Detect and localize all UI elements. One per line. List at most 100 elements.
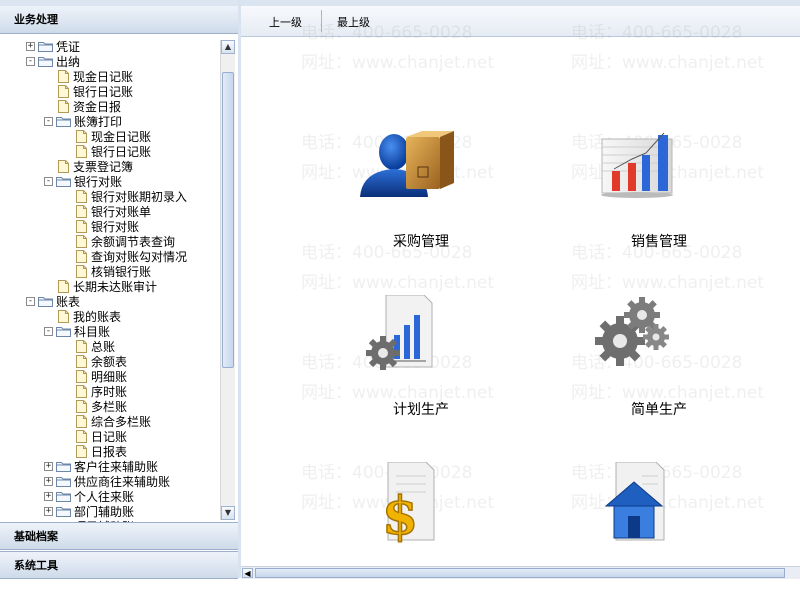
module-plan-production-label: 计划生产 [393, 402, 449, 418]
tree-item[interactable]: 银行日记账 [58, 84, 133, 99]
expand-toggle-icon[interactable]: + [44, 492, 53, 501]
tree-item[interactable]: - 账表 [26, 294, 80, 309]
module-purchase-label: 采购管理 [393, 234, 449, 250]
folder-icon [56, 506, 74, 517]
tree-item[interactable]: 余额调节表查询 [76, 234, 175, 249]
tree-item[interactable]: + 部门辅助账 [44, 504, 134, 519]
tree-item[interactable]: 明细账 [76, 369, 127, 384]
tree-item[interactable]: 银行日记账 [76, 144, 151, 159]
document-icon [58, 100, 73, 113]
tree-item[interactable]: - 科目账 [44, 324, 110, 339]
document-icon [76, 265, 91, 278]
module-plan-production[interactable]: 计划生产 [346, 295, 496, 435]
expand-toggle-icon[interactable]: - [44, 117, 53, 126]
tree-item[interactable]: 多栏账 [76, 399, 127, 414]
tree-item[interactable]: - 出纳 [26, 54, 80, 69]
tree-item[interactable]: 日报表 [76, 444, 127, 459]
business-section-header[interactable]: 业务处理 [0, 0, 238, 34]
tree-item[interactable]: 银行对账期初录入 [76, 189, 187, 204]
system-tools-section-header[interactable]: 系统工具 [0, 551, 238, 579]
tree-vertical-scrollbar[interactable]: ▲ ▼ [220, 40, 235, 520]
go-top-button[interactable]: 最上级 [337, 14, 370, 30]
document-icon [76, 385, 91, 398]
tree-item[interactable]: 银行对账 [76, 219, 139, 234]
document-icon [58, 310, 73, 323]
tree-item[interactable]: 综合多栏账 [76, 414, 151, 429]
expand-toggle-icon[interactable]: + [26, 42, 35, 51]
document-icon [76, 400, 91, 413]
scroll-down-arrow[interactable]: ▼ [221, 506, 235, 520]
tree-item[interactable]: 查询对账勾对情况 [76, 249, 187, 264]
tree-item[interactable]: 余额表 [76, 354, 127, 369]
watermark-text: 网址：www.chanjet.net [571, 273, 765, 293]
tree-item[interactable]: 现金日记账 [76, 129, 151, 144]
tree-item[interactable]: 我的账表 [58, 309, 121, 324]
document-icon [76, 250, 91, 263]
dollar-document-icon: $ [381, 462, 435, 548]
document-icon [76, 145, 91, 158]
folder-icon [56, 176, 74, 187]
expand-toggle-icon[interactable]: - [26, 57, 35, 66]
scroll-left-arrow[interactable]: ◀ [242, 568, 253, 578]
tree-item[interactable]: - 账簿打印 [44, 114, 122, 129]
document-icon [58, 160, 73, 173]
document-icon [76, 190, 91, 203]
tree-item[interactable]: 银行对账单 [76, 204, 151, 219]
tree-item[interactable]: 现金日记账 [58, 69, 133, 84]
tree-item[interactable]: + 个人往来账 [44, 489, 134, 504]
toolbar-divider [321, 10, 322, 32]
tree-item[interactable]: - 银行对账 [44, 174, 122, 189]
module-simple-production-label: 简单生产 [631, 402, 687, 418]
house-document-icon [604, 462, 665, 541]
document-icon [58, 85, 73, 98]
tree-item[interactable]: 核销银行账 [76, 264, 151, 279]
module-assets[interactable] [584, 462, 734, 602]
module-sales[interactable]: 销售管理 [584, 125, 734, 265]
folder-icon [56, 461, 74, 472]
tree-item[interactable]: + 客户往来辅助账 [44, 459, 158, 474]
main-content: 上一级 最上级 电话：400-665-0028电话：400-665-0028网址… [241, 0, 800, 579]
tree-item[interactable]: + 供应商往来辅助账 [44, 474, 170, 489]
folder-icon [38, 296, 56, 307]
tree-item[interactable]: 长期未达账审计 [58, 279, 157, 294]
expand-toggle-icon[interactable]: + [44, 477, 53, 486]
expand-toggle-icon[interactable]: - [44, 327, 53, 336]
document-icon [76, 205, 91, 218]
tree-item[interactable]: 资金日报 [58, 99, 121, 114]
expand-toggle-icon[interactable]: + [44, 507, 53, 516]
document-icon [76, 355, 91, 368]
scroll-up-arrow[interactable]: ▲ [221, 40, 235, 54]
module-simple-production[interactable]: 简单生产 [584, 295, 734, 435]
folder-icon [56, 326, 74, 337]
watermark-text: 网址：www.chanjet.net [301, 273, 495, 293]
function-tree: + 凭证 - 出纳 现金日记账 银行日记账 资金日报 - 账簿打印 现金日记账 银行日记账 支票登记簿… [0, 36, 238, 522]
module-finance[interactable]: $ [346, 462, 496, 602]
module-purchase[interactable]: 采购管理 [346, 125, 496, 265]
tree-item[interactable]: 日记账 [76, 429, 127, 444]
document-icon [76, 235, 91, 248]
navigation-panel: 业务处理 + 凭证 - 出纳 现金日记账 银行日记账 资金日报 - 账簿打印 现金日记账 银行日记账… [0, 0, 239, 579]
folder-icon [56, 116, 74, 127]
watermark-text: 网址：www.chanjet.net [571, 53, 765, 73]
expand-toggle-icon[interactable]: + [44, 462, 53, 471]
go-up-button[interactable]: 上一级 [269, 14, 302, 30]
tree-item[interactable]: 支票登记簿 [58, 159, 133, 174]
expand-toggle-icon[interactable]: - [44, 177, 53, 186]
folder-icon [56, 491, 74, 502]
document-icon [76, 340, 91, 353]
tree-item[interactable]: 序时账 [76, 384, 127, 399]
purchase-person-box-icon [360, 131, 454, 197]
module-sales-label: 销售管理 [631, 234, 687, 250]
scroll-thumb[interactable] [222, 72, 234, 368]
document-icon [76, 445, 91, 458]
tree-item[interactable]: 总账 [76, 339, 115, 354]
tree-item[interactable]: + 凭证 [26, 39, 80, 54]
horizontal-scroll-thumb[interactable] [255, 568, 785, 578]
sales-bar-chart-icon [601, 132, 673, 198]
expand-toggle-icon[interactable]: - [26, 297, 35, 306]
gears-icon [595, 297, 669, 366]
document-icon [76, 370, 91, 383]
content-horizontal-scrollbar[interactable]: ◀ [241, 566, 800, 579]
basic-archive-section-header[interactable]: 基础档案 [0, 522, 238, 550]
watermark-text: 网址：www.chanjet.net [301, 53, 495, 73]
